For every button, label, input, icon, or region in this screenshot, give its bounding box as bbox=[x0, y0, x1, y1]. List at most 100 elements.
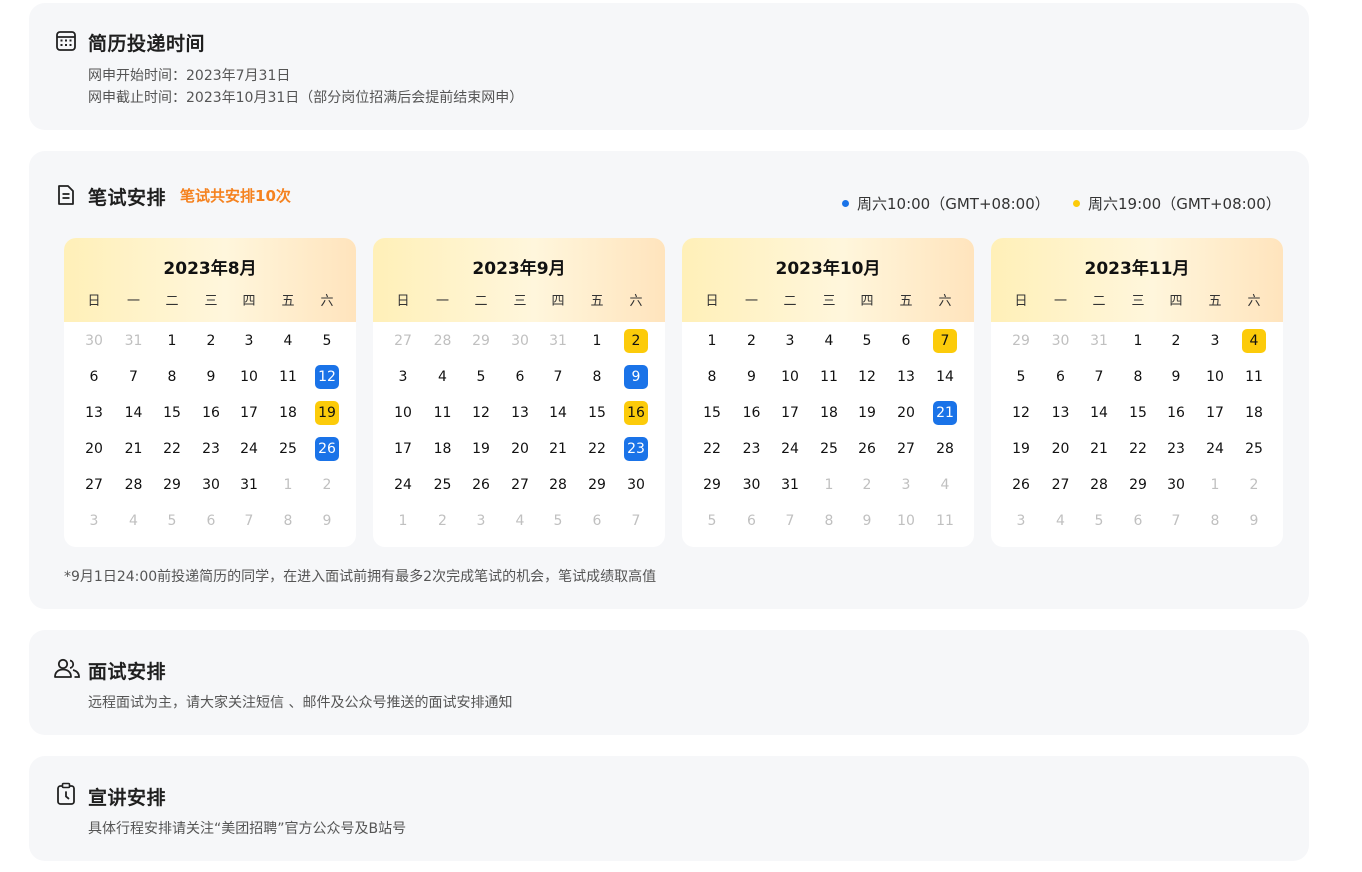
calendar-month-title: 2023年11月 bbox=[1084, 259, 1190, 279]
calendar-day: 16 bbox=[742, 405, 761, 421]
weekday-label: 一 bbox=[1053, 294, 1067, 309]
calendar-day: 16 bbox=[1167, 405, 1185, 421]
calendar-day: 10 bbox=[240, 369, 258, 385]
calendar-day: 26 bbox=[472, 477, 490, 493]
calendar-day: 26 bbox=[1012, 477, 1030, 493]
calendar-day: 8 bbox=[167, 369, 177, 385]
calendar-month-title: 2023年9月 bbox=[472, 259, 566, 279]
calendar-day: 12 bbox=[1012, 405, 1030, 421]
calendar-day: 19 bbox=[472, 441, 490, 457]
exam-schedule-card: 笔试安排 笔试共安排10次 周六10:00（GMT+08:00） 周六19:00… bbox=[29, 151, 1309, 609]
weekday-label: 日 bbox=[1014, 294, 1028, 309]
calendar-day: 15 bbox=[703, 405, 721, 421]
calendar-month-title: 2023年10月 bbox=[775, 259, 881, 279]
calendar-day: 14 bbox=[936, 369, 954, 385]
calendar-day: 28 bbox=[1090, 477, 1108, 493]
calendar-day-outside: 6 bbox=[206, 513, 216, 529]
exam-day-morning: 21 bbox=[933, 401, 957, 425]
calendar-day: 10 bbox=[1206, 369, 1224, 385]
calendar-day-outside: 8 bbox=[283, 513, 293, 529]
calendar-day-outside: 3 bbox=[476, 513, 486, 529]
calendar-day-outside: 5 bbox=[707, 513, 717, 529]
calendar-day-outside: 31 bbox=[1090, 333, 1108, 349]
weekday-label: 三 bbox=[513, 294, 527, 309]
calendar-day: 27 bbox=[1051, 477, 1070, 493]
calendar-day-outside: 1 bbox=[824, 477, 834, 493]
calendar-day: 29 bbox=[163, 477, 181, 493]
legend-dot-blue bbox=[842, 200, 849, 207]
calendar-day: 6 bbox=[901, 333, 911, 349]
calendar-day: 21 bbox=[1090, 441, 1108, 457]
calendar-day: 8 bbox=[707, 369, 717, 385]
calendar-header bbox=[682, 238, 974, 322]
calendar-day: 10 bbox=[394, 405, 412, 421]
exam-day-evening: 16 bbox=[624, 401, 648, 425]
calendar-day: 17 bbox=[1206, 405, 1224, 421]
calendar-day: 2 bbox=[1171, 333, 1181, 349]
calendar-day-outside: 8 bbox=[1210, 513, 1220, 529]
calendar-grid-icon bbox=[56, 31, 76, 51]
calendar-day: 14 bbox=[1090, 405, 1108, 421]
calendar-day-outside: 3 bbox=[901, 477, 911, 493]
calendar-day: 11 bbox=[820, 369, 838, 385]
calendar-day: 30 bbox=[202, 477, 220, 493]
calendar-day: 26 bbox=[858, 441, 876, 457]
interview-section-title: 面试安排 bbox=[88, 661, 167, 683]
calendar-day: 19 bbox=[1012, 441, 1030, 457]
weekday-label: 二 bbox=[783, 294, 797, 309]
calendar-day-outside: 1 bbox=[398, 513, 408, 529]
calendar-day: 28 bbox=[124, 477, 143, 493]
calendar-day: 6 bbox=[1056, 369, 1065, 385]
calendar-day-outside: 9 bbox=[1249, 513, 1259, 529]
calendar-day: 20 bbox=[1051, 441, 1070, 457]
calendar-day-outside: 5 bbox=[1094, 513, 1104, 529]
calendar-day-outside: 4 bbox=[129, 513, 138, 529]
calendar-day: 17 bbox=[781, 405, 799, 421]
calendar-day: 7 bbox=[1094, 369, 1104, 385]
exam-day-evening: 19 bbox=[315, 401, 339, 425]
calendar-day-outside: 7 bbox=[631, 513, 641, 529]
calendar-day: 27 bbox=[85, 477, 103, 493]
calendar-day: 10 bbox=[781, 369, 799, 385]
calendar-day: 23 bbox=[1167, 441, 1185, 457]
calendar-day-outside: 4 bbox=[940, 477, 950, 493]
calendar-day-outside: 3 bbox=[89, 513, 99, 529]
calendar-day: 24 bbox=[1206, 441, 1224, 457]
calendar-day-outside: 4 bbox=[1056, 513, 1065, 529]
calendar-day: 13 bbox=[897, 369, 915, 385]
calendar-day: 3 bbox=[244, 333, 254, 349]
calendar-month-oct: 2023年10月日一二三四五六 1 2 3 4 5 6 7 8 9 10 11 12 13 14 15 16 17… bbox=[682, 238, 974, 547]
calendar-day: 9 bbox=[747, 369, 756, 385]
calendar-day-outside: 28 bbox=[433, 333, 452, 349]
calendar-day: 5 bbox=[862, 333, 872, 349]
calendar-day: 4 bbox=[438, 369, 447, 385]
weekday-label: 六 bbox=[629, 294, 643, 309]
weekday-label: 五 bbox=[281, 294, 295, 309]
legend-morning: 周六10:00（GMT+08:00） bbox=[842, 193, 1050, 214]
calendar-day-outside: 30 bbox=[511, 333, 529, 349]
calendar-day: 16 bbox=[202, 405, 220, 421]
calendar-day-outside: 5 bbox=[167, 513, 177, 529]
calendar-day: 3 bbox=[785, 333, 795, 349]
legend-morning-label: 周六10:00（GMT+08:00） bbox=[857, 195, 1050, 213]
exam-day-morning: 26 bbox=[315, 437, 339, 461]
calendar-month-nov: 2023年11月日一二三四五六 29 30 31 1 2 3 4 5 6 7 8 9 10 11 12 13 14… bbox=[991, 238, 1283, 547]
calendar-day: 23 bbox=[202, 441, 220, 457]
calendar-day-outside: 27 bbox=[394, 333, 412, 349]
exam-footnote: *9月1日24:00前投递简历的同学，在进入面试前拥有最多2次完成笔试的机会，笔… bbox=[64, 569, 657, 585]
calendar-day: 3 bbox=[398, 369, 408, 385]
calendar-month-aug: 2023年8月日一二三四五六 30 31 1 2 3 4 5 6 7 8 9 10 11 12 13 14 15 1… bbox=[64, 238, 356, 547]
campus-talk-card: 宣讲安排 具体行程安排请关注“美团招聘”官方公众号及B站号 bbox=[29, 756, 1309, 861]
weekday-label: 四 bbox=[551, 294, 565, 309]
resume-end-time: 网申截止时间：2023年10月31日（部分岗位招满后会提前结束网申） bbox=[88, 90, 524, 106]
calendar-day: 31 bbox=[240, 477, 258, 493]
calendar-day: 24 bbox=[240, 441, 258, 457]
calendar-day: 27 bbox=[897, 441, 915, 457]
interview-card: 面试安排 远程面试为主，请大家关注短信 、邮件及公众号推送的面试安排通知 bbox=[29, 630, 1309, 735]
calendar-day: 18 bbox=[1245, 405, 1263, 421]
calendar-day-outside: 7 bbox=[1171, 513, 1181, 529]
calendar-day: 5 bbox=[1016, 369, 1026, 385]
calendar-day-outside: 6 bbox=[747, 513, 756, 529]
calendar-day: 4 bbox=[824, 333, 834, 349]
calendar-day: 30 bbox=[742, 477, 761, 493]
